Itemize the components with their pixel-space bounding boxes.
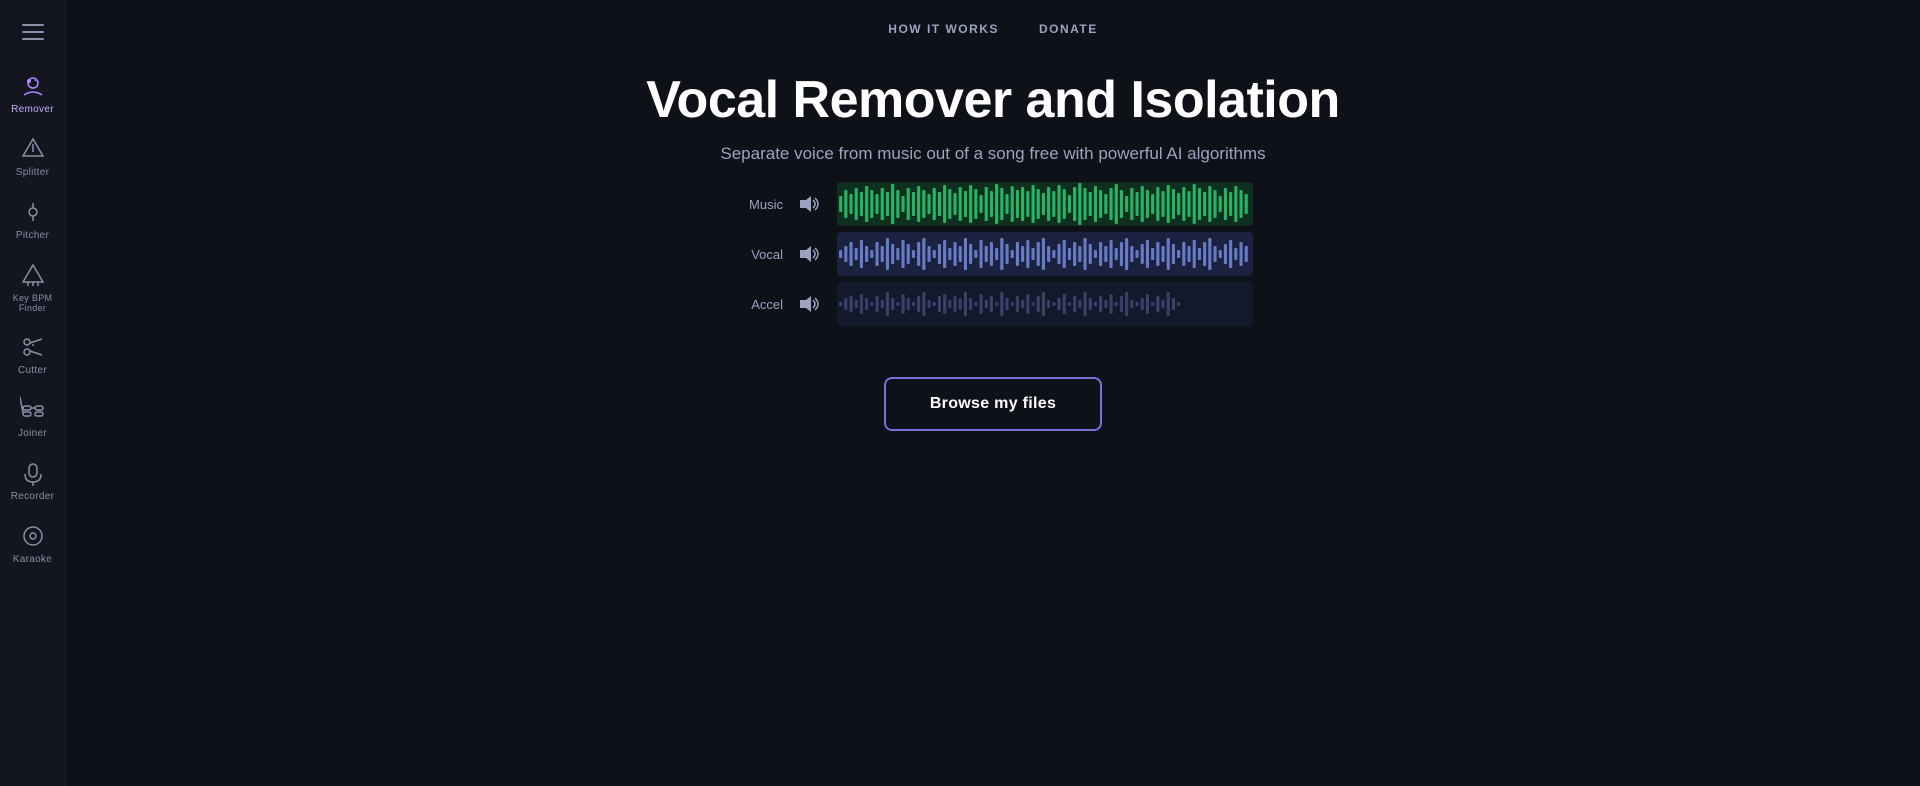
menu-button[interactable]: [11, 12, 55, 52]
vocal-waveform: [837, 232, 1253, 276]
sidebar: Remover Splitter Pitcher: [0, 0, 66, 786]
browse-files-button[interactable]: Browse my files: [884, 377, 1102, 431]
cutter-icon: [19, 333, 47, 361]
waveform-visualization: Music: [733, 182, 1253, 347]
top-navigation: HOW IT WORKS DONATE: [66, 0, 1920, 50]
sidebar-item-keybpm-label: Key BPMFinder: [13, 293, 53, 313]
nav-donate[interactable]: DONATE: [1039, 18, 1098, 40]
music-waveform: [837, 182, 1253, 226]
music-track-label: Music: [733, 197, 783, 212]
sidebar-item-karaoke[interactable]: Karaoke: [0, 512, 66, 575]
sidebar-item-recorder[interactable]: Recorder: [0, 449, 66, 512]
main-content: HOW IT WORKS DONATE Vocal Remover and Is…: [66, 0, 1920, 786]
accent-track-label: Accel: [733, 297, 783, 312]
keybpm-icon: [19, 261, 47, 289]
sidebar-item-karaoke-label: Karaoke: [13, 554, 52, 565]
sidebar-item-recorder-label: Recorder: [11, 491, 55, 502]
page-title: Vocal Remover and Isolation: [646, 70, 1340, 130]
pitcher-icon: [19, 198, 47, 226]
hero-subtitle: Separate voice from music out of a song …: [720, 144, 1265, 164]
vocal-speaker-control[interactable]: [795, 245, 825, 263]
hero-section: Vocal Remover and Isolation Separate voi…: [646, 70, 1340, 164]
sidebar-item-splitter-label: Splitter: [16, 167, 50, 178]
vocal-track-row: Vocal: [733, 232, 1253, 276]
sidebar-item-remover[interactable]: Remover: [0, 62, 66, 125]
sidebar-item-joiner-label: Joiner: [18, 428, 47, 439]
sidebar-item-remover-label: Remover: [11, 104, 54, 115]
sidebar-item-pitcher-label: Pitcher: [16, 230, 49, 241]
sidebar-item-joiner[interactable]: Joiner: [0, 386, 66, 449]
remover-icon: [19, 72, 47, 100]
nav-how-it-works[interactable]: HOW IT WORKS: [888, 18, 999, 40]
sidebar-item-cutter-label: Cutter: [18, 365, 47, 376]
sidebar-item-keybpm[interactable]: Key BPMFinder: [0, 251, 66, 323]
accent-track-row: Accel: [733, 282, 1253, 326]
karaoke-icon: [19, 522, 47, 550]
joiner-icon: [19, 396, 47, 424]
accent-waveform: [837, 282, 1253, 326]
accent-speaker-control[interactable]: [795, 295, 825, 313]
sidebar-item-splitter[interactable]: Splitter: [0, 125, 66, 188]
sidebar-item-cutter[interactable]: Cutter: [0, 323, 66, 386]
music-speaker-control[interactable]: [795, 195, 825, 213]
splitter-icon: [19, 135, 47, 163]
vocal-track-label: Vocal: [733, 247, 783, 262]
recorder-icon: [19, 459, 47, 487]
sidebar-item-pitcher[interactable]: Pitcher: [0, 188, 66, 251]
music-track-row: Music: [733, 182, 1253, 226]
